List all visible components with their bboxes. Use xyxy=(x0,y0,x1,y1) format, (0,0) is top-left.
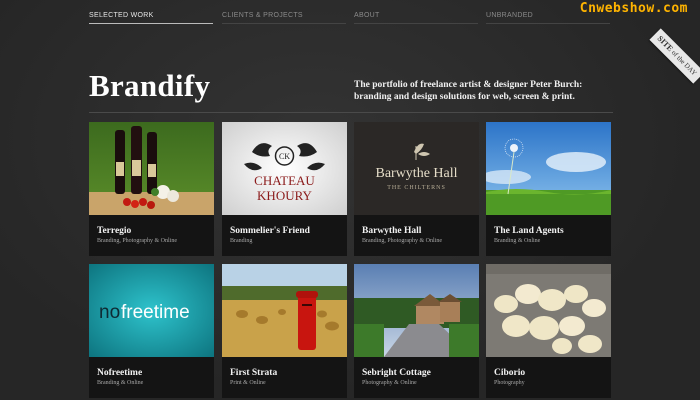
card-title: The Land Agents xyxy=(494,226,564,236)
card-title: Ciborio xyxy=(494,368,526,378)
portfolio-card-sebright-cottage[interactable]: Sebright Cottage Photography & Online xyxy=(354,264,479,398)
card-title: Terregio xyxy=(97,226,132,236)
first-strata-thumbnail xyxy=(222,264,347,357)
portfolio-card-sommeliers-friend[interactable]: CK CHATEAU KHOURY Sommelier's Friend Bra… xyxy=(222,122,347,256)
site-of-the-day-badge[interactable]: SITE of the DAY xyxy=(642,21,700,90)
header-divider xyxy=(89,112,613,113)
barwythe-sub: THE CHILTERNS xyxy=(387,185,446,191)
portfolio-card-first-strata[interactable]: First Strata Print & Online xyxy=(222,264,347,398)
sebright-cottage-thumbnail xyxy=(354,264,479,357)
card-category: Branding & Online xyxy=(97,380,144,386)
card-category: Photography xyxy=(494,380,525,386)
chateau-line-2: KHOURY xyxy=(257,188,313,203)
barwythe-name: Barwythe Hall xyxy=(375,166,457,181)
chateau-monogram: CK xyxy=(279,152,290,161)
card-category: Print & Online xyxy=(230,380,266,386)
site-title[interactable]: Brandify xyxy=(89,68,210,104)
ciborio-thumbnail xyxy=(486,264,611,357)
card-category: Branding & Online xyxy=(494,238,541,244)
main-nav: SELECTED WORK CLIENTS & PROJECTS ABOUT U… xyxy=(89,12,613,24)
card-category: Branding, Photography & Online xyxy=(97,238,177,244)
portfolio-card-nofreetime[interactable]: no freetime Nofreetime Branding & Online xyxy=(89,264,214,398)
chateau-line-1: CHATEAU xyxy=(254,173,315,188)
card-title: Sebright Cottage xyxy=(362,368,431,378)
watermark-text: Cnwebshow.com xyxy=(579,1,688,16)
land-agents-thumbnail xyxy=(486,122,611,215)
card-title: Nofreetime xyxy=(97,368,143,378)
card-category: Branding, Photography & Online xyxy=(362,238,442,244)
card-category: Branding xyxy=(230,238,253,244)
card-title: Sommelier's Friend xyxy=(230,226,310,236)
nav-about[interactable]: ABOUT xyxy=(354,12,478,24)
chateau-khoury-thumbnail: CK CHATEAU KHOURY xyxy=(222,122,347,215)
portfolio-card-terregio[interactable]: Terregio Branding, Photography & Online xyxy=(89,122,214,256)
nav-selected-work[interactable]: SELECTED WORK xyxy=(89,12,213,24)
nofreetime-thumbnail: no freetime xyxy=(89,264,214,357)
portfolio-card-ciborio[interactable]: Ciborio Photography xyxy=(486,264,611,398)
nofreetime-logo-part-b: freetime xyxy=(121,302,190,323)
card-title: First Strata xyxy=(230,368,278,378)
site-tagline: The portfolio of freelance artist & desi… xyxy=(354,80,583,102)
terregio-thumbnail xyxy=(89,122,214,215)
site-of-the-day-ribbon: SITE of the DAY xyxy=(649,28,700,84)
nofreetime-logo-part-a: no xyxy=(99,302,120,323)
card-title: Barwythe Hall xyxy=(362,226,422,236)
portfolio-card-the-land-agents[interactable]: The Land Agents Branding & Online xyxy=(486,122,611,256)
portfolio-card-barwythe-hall[interactable]: Barwythe Hall THE CHILTERNS Barwythe Hal… xyxy=(354,122,479,256)
card-category: Photography & Online xyxy=(362,380,417,386)
sotd-day-text: the DAY xyxy=(675,54,699,78)
nav-clients-projects[interactable]: CLIENTS & PROJECTS xyxy=(222,12,346,24)
barwythe-hall-thumbnail: Barwythe Hall THE CHILTERNS xyxy=(354,122,479,215)
